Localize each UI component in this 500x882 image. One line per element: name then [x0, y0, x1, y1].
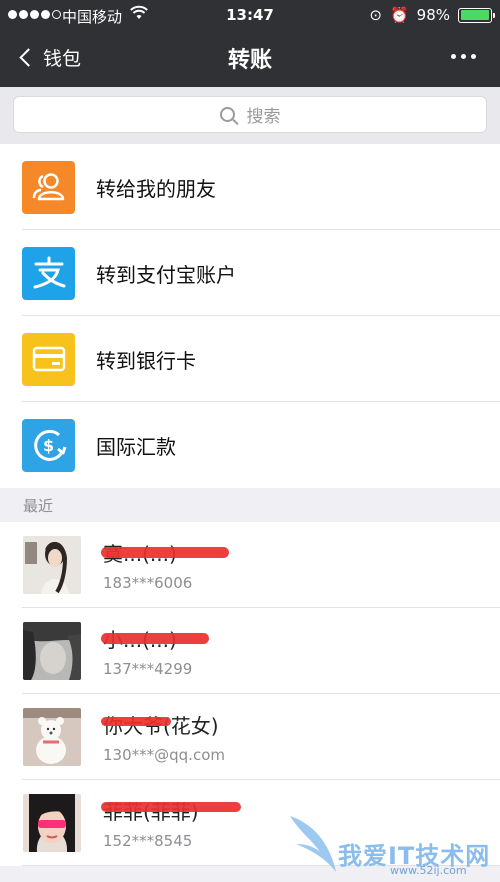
contact-account: 183***6006 [103, 574, 193, 592]
menu-label: 转到支付宝账户 [96, 262, 236, 287]
contact-row[interactable]: 寞...(...) 183***6006 [0, 522, 500, 608]
battery-level [460, 10, 489, 20]
header: 中国移动 13:47 ⊙ ⏰ 98% 钱包 转账 [0, 0, 500, 87]
page-title: 转账 [227, 48, 272, 73]
status-bar: 中国移动 13:47 ⊙ ⏰ 98% [0, 0, 500, 30]
search-icon [219, 107, 235, 122]
friends-icon [22, 160, 75, 214]
transfer-options: 转给我的朋友 转到支付宝账户 转到银行卡 $ 国际汇款 [0, 144, 500, 488]
contact-account: 137***4299 [103, 660, 193, 678]
redaction-mark [101, 547, 229, 558]
avatar [23, 622, 81, 680]
nav-bar: 钱包 转账 [0, 30, 500, 87]
search-input[interactable]: 搜索 [13, 96, 487, 133]
redaction-mark [101, 717, 171, 726]
menu-label: 转到银行卡 [96, 348, 196, 373]
international-remittance[interactable]: $ 国际汇款 [0, 402, 500, 488]
contact-row[interactable]: 小...(...) 137***4299 [0, 608, 500, 694]
contact-account: 152***8545 [103, 832, 193, 850]
contact-name: 小...(...) [101, 624, 209, 652]
contact-account: 130***@qq.com [103, 746, 225, 764]
watermark-url: www.52ij.com [390, 864, 467, 877]
avatar [23, 794, 81, 852]
contact-name: 你大爷(花女) [101, 714, 219, 738]
battery-percent: 98% [416, 6, 450, 24]
menu-label: 转给我的朋友 [96, 176, 216, 201]
redaction-mark [101, 802, 241, 812]
svg-text:$: $ [43, 436, 54, 455]
more-button[interactable] [451, 54, 476, 59]
site-watermark: 我爱IT技术网 www.52ij.com [290, 810, 500, 882]
contact-row[interactable]: 你大爷(花女) 130***@qq.com [0, 694, 500, 780]
alarm-icon: ⏰ [389, 6, 409, 24]
menu-label: 国际汇款 [96, 434, 176, 459]
battery-icon [458, 7, 495, 23]
contact-name: 寞...(...) [101, 538, 229, 566]
search-bar: 搜索 [0, 87, 500, 144]
transfer-to-bank-card[interactable]: 转到银行卡 [0, 316, 500, 402]
transfer-to-friend[interactable]: 转给我的朋友 [0, 144, 500, 230]
rotation-lock-icon: ⊙ [369, 6, 382, 24]
alipay-icon [22, 246, 75, 300]
recent-header: 最近 [0, 488, 500, 522]
international-remit-icon: $ [22, 418, 75, 472]
contact-name: 菲菲(菲菲) [101, 796, 241, 824]
redaction-mark [101, 633, 209, 644]
transfer-screen: 中国移动 13:47 ⊙ ⏰ 98% 钱包 转账 搜索 转给我的朋友 转到支付宝… [0, 0, 500, 882]
transfer-to-alipay[interactable]: 转到支付宝账户 [0, 230, 500, 316]
avatar [23, 536, 81, 594]
avatar [23, 708, 81, 766]
bank-card-icon [22, 332, 75, 386]
search-placeholder: 搜索 [246, 107, 281, 127]
